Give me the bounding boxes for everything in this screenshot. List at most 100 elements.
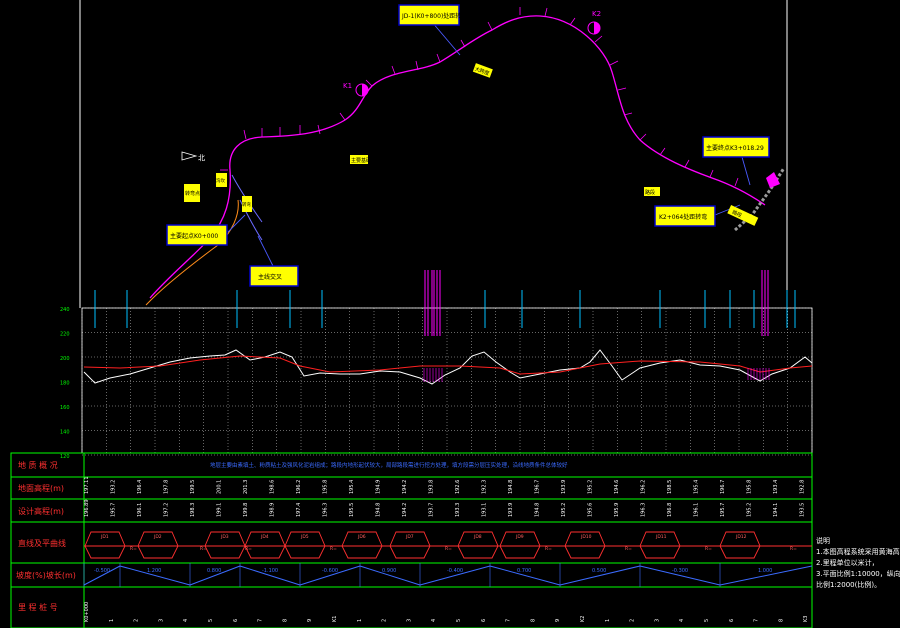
chainage-label: 2 (134, 619, 140, 622)
row-label-ground: 地面高程(m) (18, 483, 64, 493)
curve-label: JD1 (100, 534, 109, 540)
curve-label: JD4 (260, 534, 269, 540)
ground-value: 199.5 (190, 480, 196, 494)
slope-value: -0.500 (94, 568, 110, 574)
ground-value: 192.3 (482, 480, 488, 494)
ground-value: 196.4 (137, 480, 143, 494)
cad-drawing: K1 K2 北 JD-1(K0+800)处距转弯 大跨度 主要基础 转弯点 沟坎… (0, 0, 900, 628)
plan-label-section1: 路段 (644, 187, 660, 196)
svg-text:沟坎: 沟坎 (216, 177, 225, 184)
design-value: 198.9 (270, 503, 276, 517)
svg-text:主要起点K0+000: 主要起点K0+000 (170, 232, 218, 240)
curve-label: JD9 (515, 534, 524, 540)
y-tick-label: 180 (60, 381, 70, 387)
plan-label-k2turn: K2+064处距转弯 (654, 205, 716, 227)
chainage-label: 1 (109, 619, 115, 622)
y-tick-label: 140 (60, 430, 70, 436)
chainage-label: 5 (456, 619, 462, 622)
svg-text:K2+064处距转弯: K2+064处距转弯 (659, 213, 707, 221)
chainage-label: 3 (406, 619, 412, 622)
notes-line-4: 比例1:2000(比例)。 (816, 581, 882, 589)
ground-value: 201.3 (243, 480, 249, 494)
ground-value: 196.7 (535, 480, 541, 494)
chainage-label: K0+000 (84, 602, 90, 622)
design-value: 195.7 (111, 503, 117, 517)
plan-label-ditch: 沟坎 (216, 173, 227, 187)
ground-value: 192.6 (455, 480, 461, 494)
ground-value: 195.2 (588, 480, 594, 494)
chainage-label: 7 (754, 619, 760, 622)
plan-label-jd1: JD-1(K0+800)处距转弯 (398, 4, 467, 26)
design-value: 196.8 (667, 503, 673, 517)
slope-value: 0.800 (207, 568, 221, 574)
design-value: 193.3 (455, 503, 461, 517)
curve-note: R= (705, 546, 712, 552)
design-value: 197.2 (164, 503, 170, 517)
design-value: 199.1 (217, 503, 223, 517)
curve-note: R= (130, 546, 137, 552)
geology-text: 地层主要由素填土、粉质粘土及强风化泥岩组成；路段内地形起伏较大，局部路段需进行挖… (210, 461, 568, 469)
chainage-label: 7 (506, 619, 512, 622)
notes-line-2: 2.里程单位以米计， (816, 559, 879, 567)
row-label-design: 设计高程(m) (18, 506, 64, 516)
chainage-label: 6 (481, 619, 487, 622)
ground-value: 197.11 (84, 477, 90, 495)
chainage-label: 6 (729, 619, 735, 622)
curve-note: R= (545, 546, 552, 552)
design-value: 196.89 (84, 500, 90, 518)
notes-title: 说明 (816, 537, 830, 545)
svg-text:主线交叉: 主线交叉 (258, 273, 282, 281)
y-tick-label: 200 (60, 356, 70, 362)
north-label: 北 (198, 154, 205, 162)
slope-value: 0.500 (592, 568, 606, 574)
design-value: 195.7 (720, 503, 726, 517)
ground-value: 194.6 (614, 480, 620, 494)
curve-label: JD12 (735, 534, 747, 540)
design-value: 194.8 (376, 503, 382, 517)
design-value: 193.1 (482, 503, 488, 517)
chainage-label: 8 (778, 619, 784, 622)
curve-label: JD7 (405, 534, 414, 540)
slope-value: 0.900 (382, 568, 396, 574)
chainage-label: K1 (332, 616, 338, 622)
curve-note: R= (625, 546, 632, 552)
design-value: 194.8 (535, 503, 541, 517)
ground-value: 195.4 (349, 480, 355, 494)
plan-label-turn: 转弯点 (184, 184, 200, 202)
curve-label: JD11 (655, 534, 667, 540)
chainage-label: 7 (258, 619, 264, 622)
chainage-label: 2 (382, 619, 388, 622)
design-value: 195.2 (747, 503, 753, 517)
design-value: 193.5 (800, 503, 806, 517)
ground-value: 193.2 (111, 480, 117, 494)
chainage-label: 6 (233, 619, 239, 622)
slope-value: -0.400 (447, 568, 463, 574)
row-label-slope: 坡度(%)坡长(m) (16, 570, 76, 580)
design-value: 196.3 (641, 503, 647, 517)
slope-value: 0.700 (517, 568, 531, 574)
curve-note: R= (330, 546, 337, 552)
chainage-label: 8 (530, 619, 536, 622)
design-value: 194.2 (402, 503, 408, 517)
design-value: 193.7 (429, 503, 435, 517)
ground-value: 194.8 (508, 480, 514, 494)
ground-value: 200.1 (217, 480, 223, 494)
y-tick-label: 240 (60, 307, 70, 313)
curve-note: R= (200, 546, 207, 552)
design-value: 195.6 (588, 503, 594, 517)
plan-label-end: 主要终点K3+018.29 (702, 136, 770, 158)
chainage-label: 8 (282, 619, 288, 622)
design-value: 196.1 (694, 503, 700, 517)
slope-value: -0.300 (672, 568, 688, 574)
plan-label-start: 主要起点K0+000 (166, 224, 228, 246)
svg-text:转弯: 转弯 (242, 201, 251, 208)
ground-value: 198.6 (270, 480, 276, 494)
design-value: 194.1 (773, 503, 779, 517)
design-value: 195.2 (561, 503, 567, 517)
slope-value: -1.100 (262, 568, 278, 574)
chainage-label: K3 (803, 616, 809, 622)
chainage-label: 4 (431, 619, 437, 622)
ground-value: 196.2 (641, 480, 647, 494)
ground-value: 195.8 (323, 480, 329, 494)
chainage-label: 9 (307, 619, 313, 622)
